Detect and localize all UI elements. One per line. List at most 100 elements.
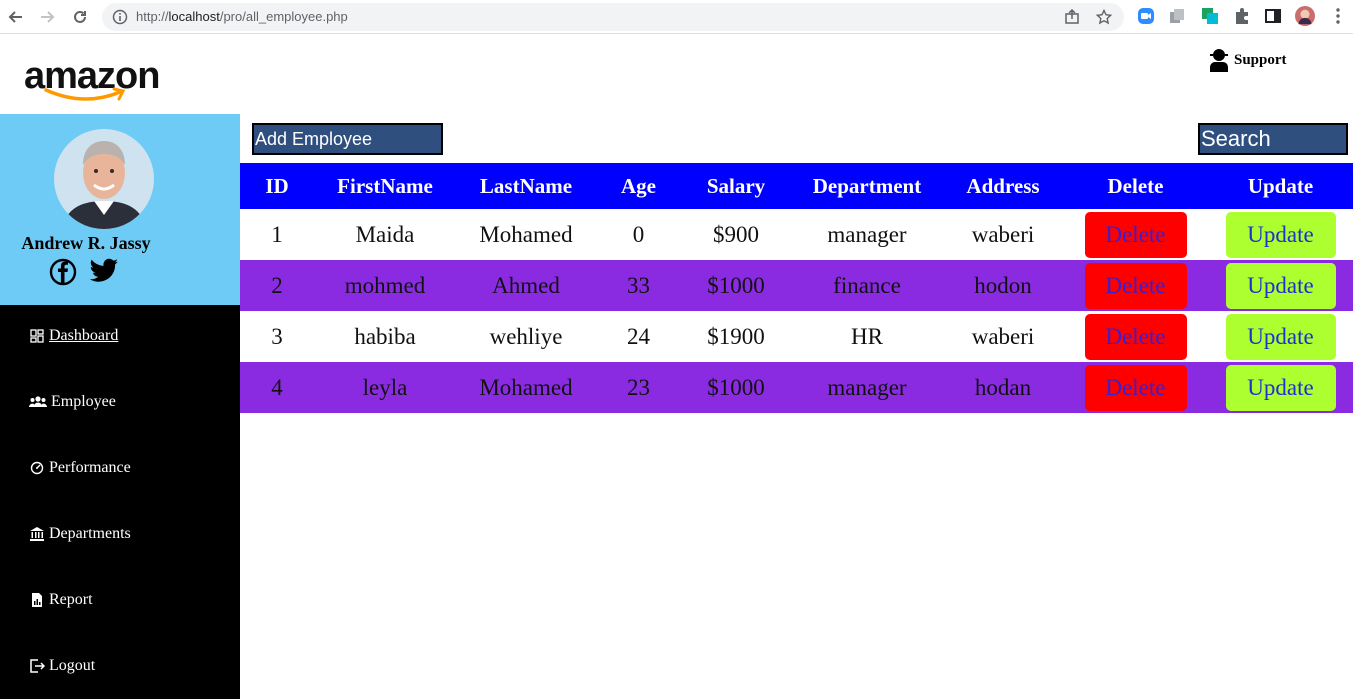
sidebar-menu: Dashboard Employee Performance Departmen…	[0, 305, 240, 699]
cell-update: Update	[1208, 209, 1353, 260]
sidebar-profile: Andrew R. Jassy	[0, 114, 240, 305]
column-header-lastname[interactable]: LastName	[456, 163, 596, 209]
url-scheme: http://	[136, 9, 169, 24]
cell-delete: Delete	[1063, 311, 1208, 362]
avatar	[54, 129, 154, 229]
add-employee-button[interactable]: Add Employee	[252, 123, 443, 155]
support-label: Support	[1234, 51, 1287, 68]
cell-firstname: Maida	[355, 221, 415, 247]
back-icon[interactable]	[4, 5, 28, 29]
sidebar-item-label: Departments	[49, 525, 131, 542]
cell-firstname: mohmed	[344, 272, 426, 298]
sidebar-item-performance[interactable]: Performance	[29, 459, 131, 477]
site-header: amazon Support	[0, 35, 1353, 114]
social-links	[49, 258, 119, 286]
cell-department: manager	[827, 374, 907, 400]
share-icon[interactable]	[1064, 8, 1080, 30]
side-panel-icon[interactable]	[1263, 6, 1283, 26]
cell-lastname: Mohamed	[479, 221, 573, 247]
cell-firstname: habiba	[354, 323, 416, 349]
support-agent-icon	[1210, 49, 1228, 72]
delete-button[interactable]: Delete	[1084, 211, 1187, 258]
forward-icon[interactable]	[35, 5, 59, 29]
column-header-department[interactable]: Department	[791, 163, 943, 209]
copy-extension-icon[interactable]	[1167, 6, 1187, 26]
cell-age: 0	[632, 221, 645, 247]
url-path: /pro/all_employee.php	[219, 9, 348, 24]
column-header-update: Update	[1247, 173, 1314, 198]
browser-toolbar: http://localhost/pro/all_employee.php	[0, 0, 1353, 34]
sidebar-item-label: Report	[49, 591, 93, 608]
logout-icon	[30, 659, 45, 673]
amazon-smile-icon	[44, 87, 126, 101]
cell-delete: Delete	[1063, 260, 1208, 311]
sidebar-item-departments[interactable]: Departments	[29, 525, 131, 543]
delete-button[interactable]: Delete	[1084, 313, 1187, 360]
update-button[interactable]: Update	[1225, 262, 1336, 309]
sidebar-item-report[interactable]: Report	[29, 591, 93, 609]
cell-department: manager	[827, 221, 907, 247]
extensions-puzzle-icon[interactable]	[1232, 6, 1252, 26]
cell-update: Update	[1208, 260, 1353, 311]
url-host: localhost	[168, 9, 220, 24]
browser-menu-icon[interactable]	[1328, 6, 1348, 26]
search-input[interactable]	[1198, 123, 1348, 155]
cell-address: hodon	[974, 272, 1032, 298]
sidebar-item-label: Dashboard	[49, 327, 119, 344]
update-button[interactable]: Update	[1225, 364, 1336, 411]
site-info-icon[interactable]	[112, 9, 128, 30]
delete-button[interactable]: Delete	[1084, 364, 1187, 411]
sidebar-item-label: Employee	[51, 393, 116, 410]
cell-delete: Delete	[1063, 209, 1208, 260]
column-header-salary[interactable]: Salary	[681, 163, 791, 209]
cell-id: 4	[271, 374, 283, 400]
column-header-delete: Delete	[1107, 173, 1164, 198]
table-row: 3 habiba wehliye 24 $1900 HR waberi Dele…	[240, 311, 1353, 362]
cell-department: finance	[833, 272, 901, 298]
twitter-icon[interactable]	[89, 258, 119, 284]
facebook-icon[interactable]	[49, 258, 77, 286]
cell-age: 24	[627, 323, 650, 349]
column-header-age[interactable]: Age	[596, 163, 681, 209]
translate-extension-icon[interactable]	[1200, 6, 1220, 26]
update-button[interactable]: Update	[1225, 211, 1336, 258]
table-header-row: ID FirstName LastName Age Salary Departm…	[240, 163, 1353, 209]
cell-salary: $1900	[707, 323, 765, 349]
sidebar-item-label: Logout	[49, 657, 96, 674]
employee-table: ID FirstName LastName Age Salary Departm…	[240, 163, 1353, 413]
cell-update: Update	[1208, 362, 1353, 413]
delete-button[interactable]: Delete	[1084, 262, 1187, 309]
dashboard-icon	[30, 329, 44, 343]
update-button[interactable]: Update	[1225, 313, 1336, 360]
bookmark-star-icon[interactable]	[1095, 8, 1113, 30]
gauge-icon	[30, 461, 44, 475]
cell-age: 23	[627, 374, 650, 400]
address-bar[interactable]: http://localhost/pro/all_employee.php	[102, 3, 1124, 31]
cell-id: 3	[271, 323, 283, 349]
zoom-extension-icon[interactable]	[1136, 6, 1156, 26]
cell-id: 1	[271, 221, 283, 247]
bank-icon	[30, 527, 44, 541]
cell-age: 33	[627, 272, 650, 298]
table-row: 2 mohmed Ahmed 33 $1000 finance hodon De…	[240, 260, 1353, 311]
cell-department: HR	[851, 323, 883, 349]
sidebar-item-dashboard[interactable]: Dashboard	[29, 327, 118, 345]
sidebar-item-employee[interactable]: Employee	[29, 393, 116, 411]
profile-avatar-icon[interactable]	[1295, 6, 1315, 26]
report-icon	[32, 593, 42, 607]
cell-salary: $1000	[707, 374, 765, 400]
cell-address: waberi	[971, 323, 1035, 349]
support-link[interactable]: Support	[1208, 48, 1287, 72]
column-header-id[interactable]: ID	[240, 163, 314, 209]
sidebar-item-logout[interactable]: Logout	[29, 657, 95, 675]
column-header-address[interactable]: Address	[943, 163, 1063, 209]
cell-salary: $1000	[707, 272, 765, 298]
table-row: 1 Maida Mohamed 0 $900 manager waberi De…	[240, 209, 1353, 260]
cell-address: waberi	[971, 221, 1035, 247]
cell-id: 2	[271, 272, 283, 298]
cell-lastname: Mohamed	[479, 374, 573, 400]
reload-icon[interactable]	[68, 5, 92, 29]
table-row: 4 leyla Mohamed 23 $1000 manager hodan D…	[240, 362, 1353, 413]
cell-update: Update	[1208, 311, 1353, 362]
column-header-firstname[interactable]: FirstName	[314, 163, 456, 209]
